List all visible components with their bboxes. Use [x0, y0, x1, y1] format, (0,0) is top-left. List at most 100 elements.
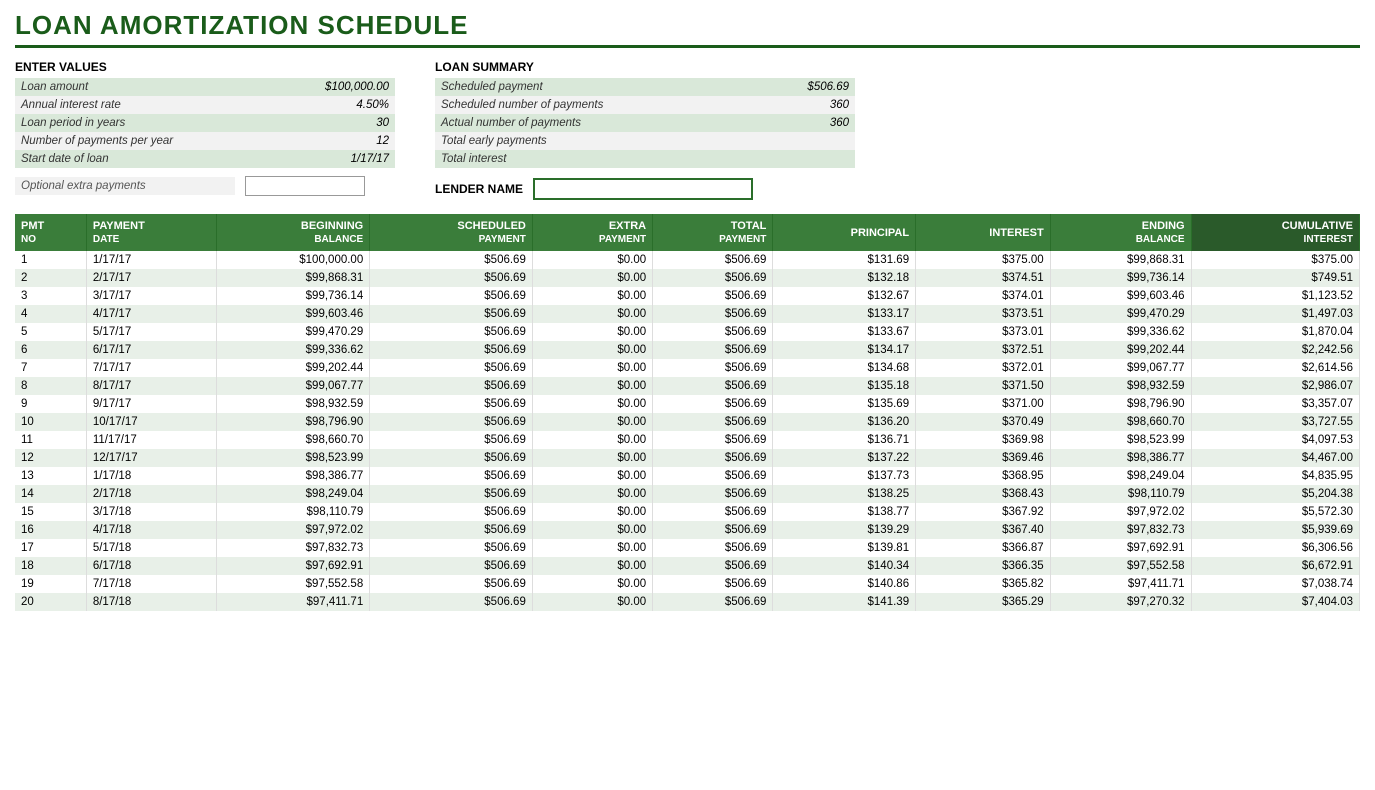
cell-13-2: $98,249.04	[216, 485, 370, 503]
enter-values-table: Loan amount$100,000.00Annual interest ra…	[15, 78, 395, 168]
enter-values-row: Annual interest rate4.50%	[15, 96, 395, 114]
col-header-2: BEGINNINGBALANCE	[216, 214, 370, 251]
cell-16-9: $6,306.56	[1191, 539, 1359, 557]
lender-name-input[interactable]	[533, 178, 753, 200]
cell-9-4: $0.00	[532, 413, 652, 431]
cell-5-7: $372.51	[916, 341, 1051, 359]
cell-10-2: $98,660.70	[216, 431, 370, 449]
cell-16-1: 5/17/18	[86, 539, 216, 557]
cell-16-4: $0.00	[532, 539, 652, 557]
cell-1-5: $506.69	[653, 269, 773, 287]
table-row: 77/17/17$99,202.44$506.69$0.00$506.69$13…	[15, 359, 1360, 377]
cell-7-8: $98,932.59	[1050, 377, 1191, 395]
table-row: 164/17/18$97,972.02$506.69$0.00$506.69$1…	[15, 521, 1360, 539]
cell-1-8: $99,736.14	[1050, 269, 1191, 287]
lender-section: LENDER NAME	[435, 178, 855, 200]
cell-5-5: $506.69	[653, 341, 773, 359]
loan-summary-section: LOAN SUMMARY Scheduled payment$506.69Sch…	[435, 60, 855, 200]
table-row: 197/17/18$97,552.58$506.69$0.00$506.69$1…	[15, 575, 1360, 593]
cell-5-6: $134.17	[773, 341, 916, 359]
cell-19-8: $97,270.32	[1050, 593, 1191, 611]
cell-19-0: 20	[15, 593, 86, 611]
cell-18-4: $0.00	[532, 575, 652, 593]
cell-4-7: $373.01	[916, 323, 1051, 341]
cell-8-5: $506.69	[653, 395, 773, 413]
cell-9-2: $98,796.90	[216, 413, 370, 431]
cell-18-1: 7/17/18	[86, 575, 216, 593]
field-label: Loan period in years	[15, 114, 261, 132]
cell-11-0: 12	[15, 449, 86, 467]
table-row: 44/17/17$99,603.46$506.69$0.00$506.69$13…	[15, 305, 1360, 323]
table-row: 99/17/17$98,932.59$506.69$0.00$506.69$13…	[15, 395, 1360, 413]
cell-9-8: $98,660.70	[1050, 413, 1191, 431]
cell-16-5: $506.69	[653, 539, 773, 557]
cell-15-1: 4/17/18	[86, 521, 216, 539]
cell-2-2: $99,736.14	[216, 287, 370, 305]
lender-label: LENDER NAME	[435, 182, 523, 196]
cell-9-6: $136.20	[773, 413, 916, 431]
cell-12-3: $506.69	[370, 467, 533, 485]
table-row: 175/17/18$97,832.73$506.69$0.00$506.69$1…	[15, 539, 1360, 557]
cell-1-2: $99,868.31	[216, 269, 370, 287]
cell-11-2: $98,523.99	[216, 449, 370, 467]
col-header-7: INTEREST	[916, 214, 1051, 251]
cell-0-7: $375.00	[916, 251, 1051, 269]
summary-value	[715, 150, 855, 168]
cell-18-0: 19	[15, 575, 86, 593]
enter-values-section: ENTER VALUES Loan amount$100,000.00Annua…	[15, 60, 395, 200]
cell-17-6: $140.34	[773, 557, 916, 575]
cell-2-5: $506.69	[653, 287, 773, 305]
cell-10-1: 11/17/17	[86, 431, 216, 449]
summary-label: Total early payments	[435, 132, 715, 150]
field-label: Number of payments per year	[15, 132, 261, 150]
cell-18-7: $365.82	[916, 575, 1051, 593]
summary-row: Actual number of payments360	[435, 114, 855, 132]
cell-5-8: $99,202.44	[1050, 341, 1191, 359]
table-row: 1111/17/17$98,660.70$506.69$0.00$506.69$…	[15, 431, 1360, 449]
cell-14-9: $5,572.30	[1191, 503, 1359, 521]
cell-18-9: $7,038.74	[1191, 575, 1359, 593]
cell-10-3: $506.69	[370, 431, 533, 449]
cell-7-6: $135.18	[773, 377, 916, 395]
cell-0-3: $506.69	[370, 251, 533, 269]
cell-11-1: 12/17/17	[86, 449, 216, 467]
cell-4-8: $99,336.62	[1050, 323, 1191, 341]
cell-10-5: $506.69	[653, 431, 773, 449]
amortization-table-wrapper: PMTNOPAYMENTDATEBEGINNINGBALANCESCHEDULE…	[15, 214, 1360, 611]
cell-19-2: $97,411.71	[216, 593, 370, 611]
loan-summary-title: LOAN SUMMARY	[435, 60, 855, 74]
cell-3-9: $1,497.03	[1191, 305, 1359, 323]
cell-11-3: $506.69	[370, 449, 533, 467]
cell-9-1: 10/17/17	[86, 413, 216, 431]
cell-17-5: $506.69	[653, 557, 773, 575]
summary-row: Total interest	[435, 150, 855, 168]
table-row: 66/17/17$99,336.62$506.69$0.00$506.69$13…	[15, 341, 1360, 359]
cell-0-4: $0.00	[532, 251, 652, 269]
extra-payments-input[interactable]	[245, 176, 365, 196]
enter-values-row: Start date of loan1/17/17	[15, 150, 395, 168]
cell-5-1: 6/17/17	[86, 341, 216, 359]
cell-12-9: $4,835.95	[1191, 467, 1359, 485]
field-value: 1/17/17	[261, 150, 395, 168]
cell-5-0: 6	[15, 341, 86, 359]
cell-8-3: $506.69	[370, 395, 533, 413]
cell-16-0: 17	[15, 539, 86, 557]
cell-19-3: $506.69	[370, 593, 533, 611]
cell-7-2: $99,067.77	[216, 377, 370, 395]
cell-15-0: 16	[15, 521, 86, 539]
cell-6-4: $0.00	[532, 359, 652, 377]
cell-6-3: $506.69	[370, 359, 533, 377]
cell-8-0: 9	[15, 395, 86, 413]
cell-14-4: $0.00	[532, 503, 652, 521]
summary-label: Scheduled payment	[435, 78, 715, 96]
cell-3-0: 4	[15, 305, 86, 323]
cell-16-6: $139.81	[773, 539, 916, 557]
cell-7-3: $506.69	[370, 377, 533, 395]
amortization-table: PMTNOPAYMENTDATEBEGINNINGBALANCESCHEDULE…	[15, 214, 1360, 611]
cell-17-0: 18	[15, 557, 86, 575]
cell-11-7: $369.46	[916, 449, 1051, 467]
cell-8-7: $371.00	[916, 395, 1051, 413]
enter-values-row: Number of payments per year12	[15, 132, 395, 150]
cell-6-7: $372.01	[916, 359, 1051, 377]
table-row: 55/17/17$99,470.29$506.69$0.00$506.69$13…	[15, 323, 1360, 341]
